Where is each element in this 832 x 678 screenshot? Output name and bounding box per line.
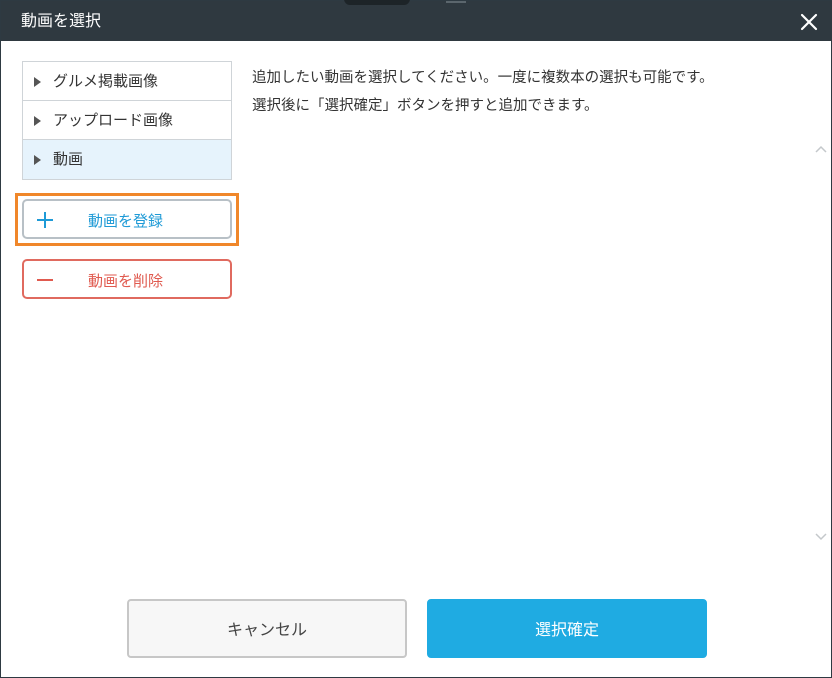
content-scrollbar[interactable] <box>813 131 829 551</box>
minus-icon <box>37 279 53 281</box>
instructions-line-1: 追加したい動画を選択してください。一度に複数本の選択も可能です。 <box>252 70 714 86</box>
triangle-right-icon <box>34 116 41 126</box>
select-video-dialog: 動画を選択 グルメ掲載画像 アップロード画像 動画 動画を登録 動画を削除 追加… <box>0 0 832 678</box>
nav-item-label: アップロード画像 <box>53 111 174 129</box>
confirm-selection-button[interactable]: 選択確定 <box>427 599 707 658</box>
cancel-button[interactable]: キャンセル <box>127 599 407 658</box>
nav-item-label: グルメ掲載画像 <box>53 72 159 90</box>
titlebar-notch-mark <box>446 1 466 3</box>
plus-icon <box>37 212 53 228</box>
chevron-down-icon <box>815 533 827 541</box>
delete-video-button[interactable]: 動画を削除 <box>22 259 232 299</box>
chevron-up-icon <box>815 145 827 153</box>
register-video-button[interactable]: 動画を登録 <box>22 199 232 239</box>
triangle-right-icon <box>34 77 41 87</box>
nav-item-gourmet-images[interactable]: グルメ掲載画像 <box>23 62 231 101</box>
close-button[interactable] <box>797 10 821 34</box>
nav-item-label: 動画 <box>53 150 84 168</box>
register-video-label: 動画を登録 <box>88 212 164 230</box>
dialog-title: 動画を選択 <box>21 11 102 30</box>
instructions-text: 追加したい動画を選択してください。一度に複数本の選択も可能です。 選択後に「選択… <box>252 64 812 120</box>
triangle-right-icon <box>34 155 41 165</box>
media-category-nav: グルメ掲載画像 アップロード画像 動画 <box>22 61 232 180</box>
close-icon <box>800 13 818 31</box>
nav-item-videos[interactable]: 動画 <box>23 140 231 179</box>
instructions-line-2: 選択後に「選択確定」ボタンを押すと追加できます。 <box>252 98 599 114</box>
nav-item-uploaded-images[interactable]: アップロード画像 <box>23 101 231 140</box>
titlebar-notch <box>344 0 410 5</box>
delete-video-label: 動画を削除 <box>88 272 164 290</box>
dialog-titlebar: 動画を選択 <box>1 0 832 41</box>
